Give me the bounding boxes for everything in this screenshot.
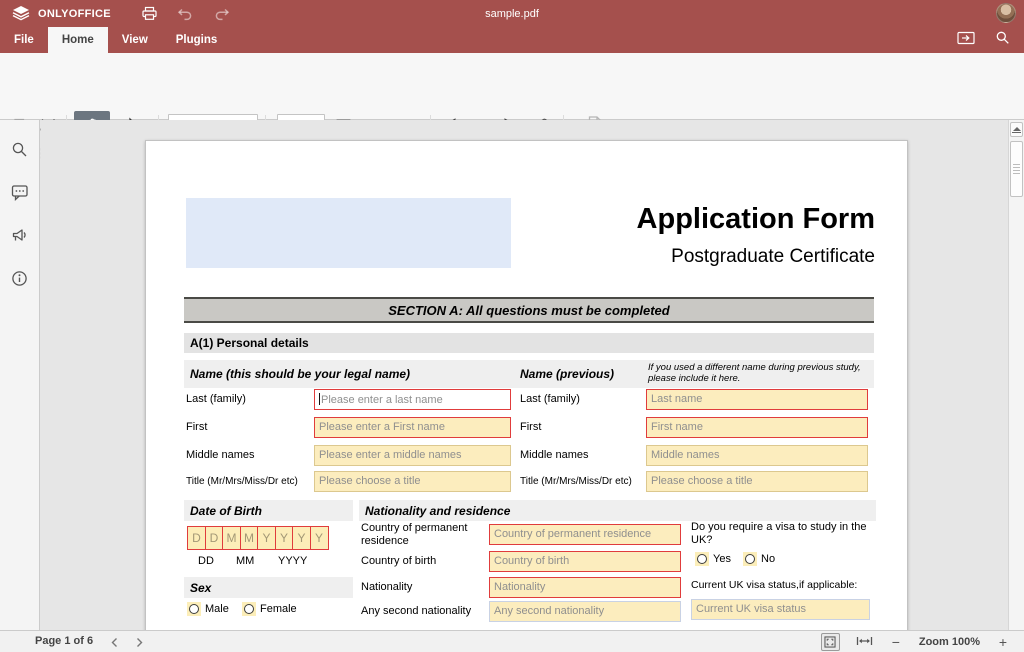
field-title-left[interactable]: Please choose a title: [314, 471, 511, 492]
name-previous-note: If you used a different name during prev…: [648, 362, 880, 384]
radio-visa-no-icon[interactable]: [743, 552, 757, 566]
field-last-name-right[interactable]: Last name: [646, 389, 868, 410]
search-panel-icon[interactable]: [9, 138, 31, 160]
dob-box-m2[interactable]: M: [240, 526, 259, 550]
status-zoom-label: Zoom 100%: [919, 636, 980, 648]
label-nationality: Nationality: [361, 581, 485, 594]
section-a-banner: SECTION A: All questions must be complet…: [184, 297, 874, 323]
zoom-in-button[interactable]: +: [996, 634, 1010, 650]
subsection-a1: A(1) Personal details: [184, 333, 874, 353]
label-title-right: Title (Mr/Mrs/Miss/Dr etc): [520, 476, 632, 487]
radio-male[interactable]: Male: [187, 602, 229, 616]
label-last-family-right: Last (family): [520, 393, 580, 405]
scrollbar-thumb[interactable]: [1010, 141, 1023, 197]
field-first-name-left[interactable]: Please enter a First name: [314, 417, 511, 438]
field-country-permanent[interactable]: Country of permanent residence: [489, 524, 681, 545]
dob-box-y2[interactable]: Y: [275, 526, 294, 550]
tab-plugins[interactable]: Plugins: [162, 27, 232, 53]
field-first-name-right[interactable]: First name: [646, 417, 868, 438]
radio-visa-no-label: No: [761, 553, 775, 565]
label-second-nationality: Any second nationality: [361, 605, 489, 618]
about-info-icon[interactable]: [9, 267, 31, 289]
status-fit-to-width-button[interactable]: [856, 635, 873, 650]
field-nationality[interactable]: Nationality: [489, 577, 681, 598]
form-subtitle: Postgraduate Certificate: [671, 246, 875, 268]
comments-panel-icon[interactable]: [9, 181, 31, 203]
radio-visa-no[interactable]: No: [743, 552, 775, 566]
label-country-birth: Country of birth: [361, 555, 485, 568]
status-fit-to-page-button[interactable]: [821, 633, 840, 651]
radio-visa-yes-label: Yes: [713, 553, 731, 565]
radio-visa-yes-icon[interactable]: [695, 552, 709, 566]
brand-name: ONLYOFFICE: [38, 8, 111, 20]
onlyoffice-pdf-editor: ONLYOFFICE sample.pdf File Home View Plu…: [0, 0, 1024, 652]
dob-box-y3[interactable]: Y: [292, 526, 311, 550]
status-bar: Page 1 of 6 − Zoom 100% +: [0, 630, 1024, 652]
document-viewer[interactable]: Application Form Postgraduate Certificat…: [41, 120, 1008, 630]
label-country-permanent: Country of permanent residence: [361, 522, 485, 548]
radio-male-icon[interactable]: [187, 602, 201, 616]
status-previous-page-button[interactable]: [106, 634, 122, 650]
name-header-row: Name (this should be your legal name) Na…: [184, 360, 874, 388]
toolbar: Hand Select 1 / 6 100% Zoom Fit To Page: [0, 53, 1024, 120]
form-title: Application Form: [637, 203, 875, 236]
search-icon[interactable]: [995, 30, 1010, 50]
field-last-name-left[interactable]: Please enter a last name: [314, 389, 511, 410]
left-panel: [0, 120, 40, 630]
redo-button[interactable]: [211, 4, 233, 24]
feedback-megaphone-icon[interactable]: [9, 224, 31, 246]
radio-male-label: Male: [205, 603, 229, 615]
field-middle-names-right[interactable]: Middle names: [646, 445, 868, 466]
dob-header: Date of Birth: [184, 500, 353, 521]
pdf-page: Application Form Postgraduate Certificat…: [145, 140, 908, 630]
radio-female-icon[interactable]: [242, 602, 256, 616]
nationality-header: Nationality and residence: [359, 500, 876, 521]
field-title-right[interactable]: Please choose a title: [646, 471, 868, 492]
title-bar: ONLYOFFICE sample.pdf: [0, 0, 1024, 27]
dob-box-y4[interactable]: Y: [310, 526, 329, 550]
dob-box-m1[interactable]: M: [222, 526, 241, 550]
dob-boxes[interactable]: D D M M Y Y Y Y: [187, 526, 329, 550]
dob-caption-mm: MM: [236, 555, 254, 567]
vertical-scrollbar[interactable]: [1008, 120, 1024, 630]
label-middle-names-left: Middle names: [186, 449, 254, 461]
dob-box-d1[interactable]: D: [187, 526, 206, 550]
radio-visa-yes[interactable]: Yes: [695, 552, 731, 566]
label-first-right: First: [520, 421, 541, 433]
radio-female[interactable]: Female: [242, 602, 297, 616]
visa-question: Do you require a visa to study in the UK…: [691, 521, 877, 547]
name-legal-header: Name (this should be your legal name): [190, 367, 410, 381]
field-middle-names-left[interactable]: Please enter a middle names: [314, 445, 511, 466]
sex-header: Sex: [184, 577, 353, 598]
user-avatar[interactable]: [996, 3, 1016, 23]
dob-box-y1[interactable]: Y: [257, 526, 276, 550]
field-second-nationality[interactable]: Any second nationality: [489, 601, 681, 622]
logo-placeholder-rect: [186, 198, 511, 268]
undo-button[interactable]: [175, 4, 197, 24]
tab-home[interactable]: Home: [48, 27, 108, 53]
onlyoffice-logo-icon: [10, 4, 32, 24]
open-file-location-icon[interactable]: [957, 31, 975, 50]
page-count-label: Page 1 of 6: [35, 635, 93, 647]
zoom-out-button[interactable]: −: [889, 634, 903, 650]
tab-file[interactable]: File: [0, 27, 48, 53]
radio-female-label: Female: [260, 603, 297, 615]
label-last-family-left: Last (family): [186, 393, 246, 405]
label-title-left: Title (Mr/Mrs/Miss/Dr etc): [186, 476, 298, 487]
status-next-page-button[interactable]: [131, 634, 147, 650]
tab-view[interactable]: View: [108, 27, 162, 53]
label-middle-names-right: Middle names: [520, 449, 588, 461]
print-button[interactable]: [139, 4, 161, 24]
menu-bar: File Home View Plugins: [0, 27, 1024, 53]
dob-box-d2[interactable]: D: [205, 526, 224, 550]
field-visa-status[interactable]: Current UK visa status: [691, 599, 870, 620]
dob-caption-dd: DD: [198, 555, 214, 567]
dob-caption-yyyy: YYYY: [278, 555, 307, 567]
scroll-up-button[interactable]: [1010, 122, 1023, 137]
visa-status-label: Current UK visa status,if applicable:: [691, 579, 881, 592]
label-first-left: First: [186, 421, 207, 433]
name-previous-header: Name (previous): [520, 367, 614, 381]
field-country-birth[interactable]: Country of birth: [489, 551, 681, 572]
